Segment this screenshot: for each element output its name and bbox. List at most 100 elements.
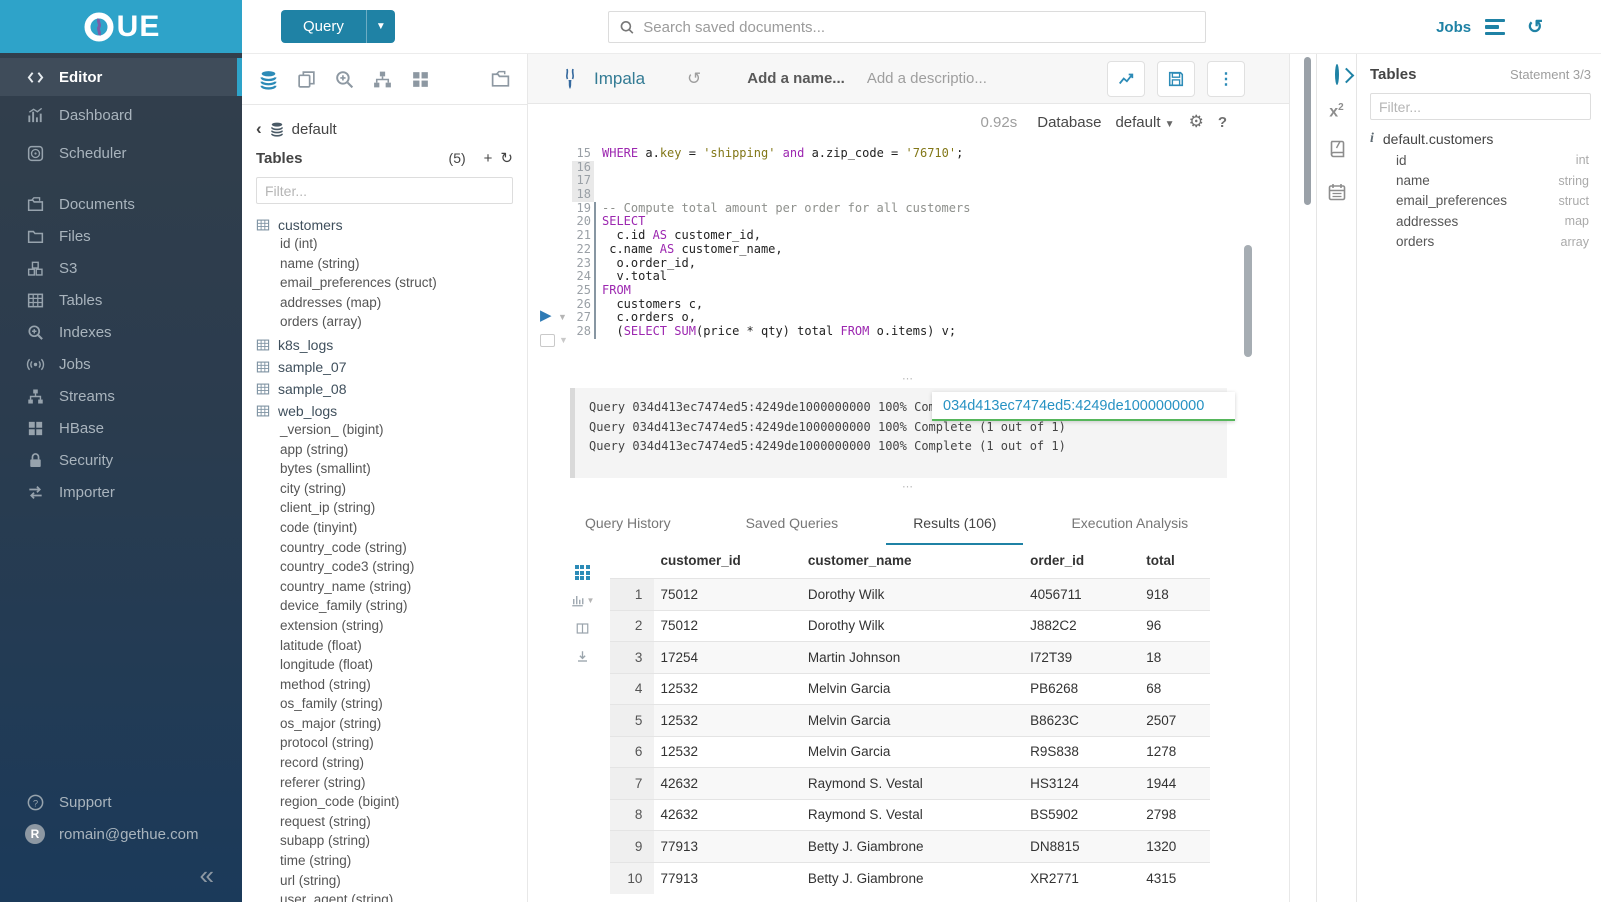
table-info-icon[interactable]: i — [1370, 131, 1374, 147]
databases-icon[interactable] — [258, 69, 279, 90]
column-item[interactable]: subapp (string) — [256, 833, 527, 853]
help-icon[interactable]: ? — [1218, 114, 1227, 131]
column-item[interactable]: _version_ (bigint) — [256, 422, 527, 442]
tab-saved-queries[interactable]: Saved Queries — [719, 505, 866, 543]
documents-folder-icon[interactable] — [490, 69, 511, 90]
table-item-sample_08[interactable]: sample_08 — [256, 378, 527, 400]
minimap-caret-icon[interactable]: ▼ — [559, 335, 568, 345]
column-item[interactable]: country_code (string) — [256, 540, 527, 560]
column-item[interactable]: protocol (string) — [256, 735, 527, 755]
sidebar-item-tables[interactable]: Tables — [0, 284, 242, 316]
table-row[interactable]: 412532Melvin GarciaPB626868 — [610, 673, 1210, 705]
column-item[interactable]: id (int) — [256, 236, 527, 256]
execute-options-caret-icon[interactable]: ▼ — [558, 312, 567, 322]
table-row[interactable]: 317254Martin JohnsonI72T3918 — [610, 642, 1210, 674]
settings-gear-icon[interactable]: ⚙ — [1189, 112, 1204, 132]
schedule-calendar-icon[interactable] — [1327, 182, 1347, 207]
table-row[interactable]: 842632Raymond S. VestalBS59022798 — [610, 799, 1210, 831]
sidebar-item-dashboard[interactable]: Dashboard — [0, 96, 242, 134]
tab-execution-analysis[interactable]: Execution Analysis — [1044, 505, 1215, 543]
refresh-tables-icon[interactable]: ↻ — [500, 149, 513, 167]
global-search[interactable] — [608, 11, 1206, 43]
column-item[interactable]: country_code3 (string) — [256, 559, 527, 579]
sidebar-item-files[interactable]: Files — [0, 220, 242, 252]
jobs-link[interactable]: Jobs — [1436, 19, 1471, 36]
column-item[interactable]: region_code (bigint) — [256, 794, 527, 814]
active-table-name[interactable]: default.customers — [1383, 131, 1494, 147]
right-filter-input[interactable] — [1370, 93, 1591, 120]
column-item[interactable]: device_family (string) — [256, 598, 527, 618]
column-item[interactable]: client_ip (string) — [256, 500, 527, 520]
execute-play-button[interactable]: ▶ — [540, 306, 552, 324]
sidebar-item-scheduler[interactable]: Scheduler — [0, 134, 242, 172]
sql-code-editor[interactable]: 15WHERE a.key = 'shipping' and a.zip_cod… — [528, 140, 1289, 339]
column-item[interactable]: time (string) — [256, 853, 527, 873]
restore-query-icon[interactable]: ↺ — [687, 69, 701, 89]
column-header-order_id[interactable]: order_id — [1024, 545, 1140, 579]
active-table-row[interactable]: i default.customers — [1370, 128, 1591, 150]
table-item-web_logs[interactable]: web_logs — [256, 400, 527, 422]
sidebar-collapse-icon[interactable]: « — [0, 850, 242, 902]
chart-button[interactable] — [1107, 61, 1145, 97]
current-database[interactable]: default — [292, 121, 337, 138]
sitemap-icon[interactable] — [372, 69, 393, 90]
column-item[interactable]: os_major (string) — [256, 716, 527, 736]
column-item[interactable]: os_family (string) — [256, 696, 527, 716]
column-item[interactable]: extension (string) — [256, 618, 527, 638]
table-row[interactable]: 1077913Betty J. GiambroneXR27714315 — [610, 862, 1210, 894]
chart-view-icon[interactable]: ▼ — [570, 593, 595, 608]
table-row[interactable]: 512532Melvin GarciaB8623C2507 — [610, 705, 1210, 737]
more-actions-button[interactable]: ⋮ — [1207, 61, 1245, 97]
sidebar-item-jobs[interactable]: Jobs — [0, 348, 242, 380]
column-item[interactable]: latitude (float) — [256, 638, 527, 658]
query-button-label[interactable]: Query — [281, 10, 366, 43]
column-item[interactable]: request (string) — [256, 814, 527, 834]
page-scrollbar-thumb[interactable] — [1304, 57, 1311, 205]
back-chevron-icon[interactable]: ‹ — [256, 119, 262, 139]
tables-filter-input[interactable] — [256, 177, 513, 204]
sidebar-item-s3[interactable]: S3 — [0, 252, 242, 284]
query-dropdown-caret-icon[interactable]: ▼ — [366, 10, 395, 43]
table-row[interactable]: 742632Raymond S. VestalHS31241944 — [610, 768, 1210, 800]
column-item[interactable]: orders (array) — [256, 314, 527, 334]
column-item[interactable]: city (string) — [256, 481, 527, 501]
columns-view-icon[interactable] — [575, 621, 590, 636]
download-icon[interactable] — [575, 649, 590, 664]
minimap-icon[interactable] — [540, 334, 555, 347]
hue-logo[interactable]: UE — [0, 0, 242, 53]
table-item-sample_07[interactable]: sample_07 — [256, 356, 527, 378]
database-dropdown[interactable]: default ▼ — [1115, 114, 1174, 131]
table-row[interactable]: 275012Dorothy WilkJ882C296 — [610, 610, 1210, 642]
right-column-id[interactable]: idint — [1370, 150, 1591, 170]
resize-handle-top[interactable]: ⋯ — [528, 372, 1289, 385]
sidebar-item-importer[interactable]: Importer — [0, 476, 242, 508]
resize-handle-bottom[interactable]: ⋯ — [528, 480, 1289, 493]
jobs-list-icon[interactable] — [1485, 19, 1505, 36]
sidebar-item-editor[interactable]: Editor — [0, 58, 242, 96]
sidebar-item-support[interactable]: ? Support — [0, 786, 242, 818]
table-row[interactable]: 612532Melvin GarciaR9S8381278 — [610, 736, 1210, 768]
sidebar-item-security[interactable]: Security — [0, 444, 242, 476]
search-plus-icon[interactable] — [334, 69, 355, 90]
column-item[interactable]: addresses (map) — [256, 295, 527, 315]
search-input[interactable] — [643, 19, 1195, 36]
column-item[interactable]: name (string) — [256, 256, 527, 276]
right-column-name[interactable]: namestring — [1370, 170, 1591, 190]
column-item[interactable]: bytes (smallint) — [256, 461, 527, 481]
table-row[interactable]: 175012Dorothy Wilk4056711918 — [610, 579, 1210, 611]
apps-grid-icon[interactable] — [410, 69, 431, 90]
column-item[interactable]: code (tinyint) — [256, 520, 527, 540]
right-column-email_preferences[interactable]: email_preferencesstruct — [1370, 191, 1591, 211]
save-button[interactable] — [1157, 61, 1195, 97]
functions-icon[interactable]: x2 — [1329, 102, 1343, 121]
column-item[interactable]: user_agent (string) — [256, 892, 527, 902]
sidebar-item-user[interactable]: R romain@gethue.com — [0, 818, 242, 850]
query-description-field[interactable]: Add a descriptio... — [867, 70, 987, 87]
table-item-customers[interactable]: customers — [256, 214, 527, 236]
tab-query-history[interactable]: Query History — [558, 505, 698, 543]
engine-name[interactable]: Impala — [594, 69, 645, 89]
column-item[interactable]: country_name (string) — [256, 579, 527, 599]
query-button[interactable]: Query ▼ — [281, 10, 395, 43]
column-header-customer_name[interactable]: customer_name — [802, 545, 1024, 579]
grid-view-icon[interactable] — [575, 565, 590, 580]
